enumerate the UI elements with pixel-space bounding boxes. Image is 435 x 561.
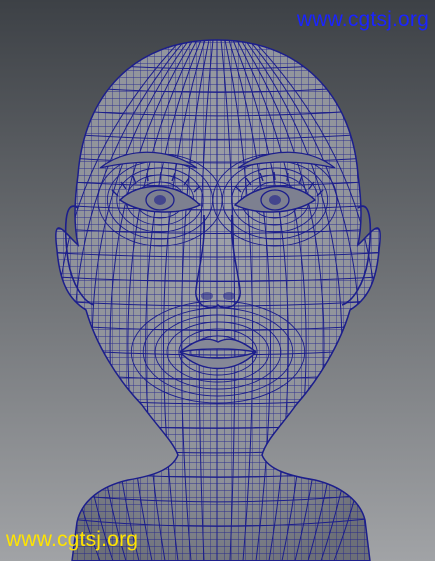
watermark-top: www.cgtsj.org bbox=[296, 8, 429, 31]
head-mesh bbox=[55, 39, 381, 561]
3d-viewport[interactable]: www.cgtsj.org www.cgtsj.org bbox=[0, 0, 435, 561]
watermark-bottom: www.cgtsj.org bbox=[6, 528, 139, 551]
wireframe-head-model[interactable] bbox=[0, 0, 435, 561]
